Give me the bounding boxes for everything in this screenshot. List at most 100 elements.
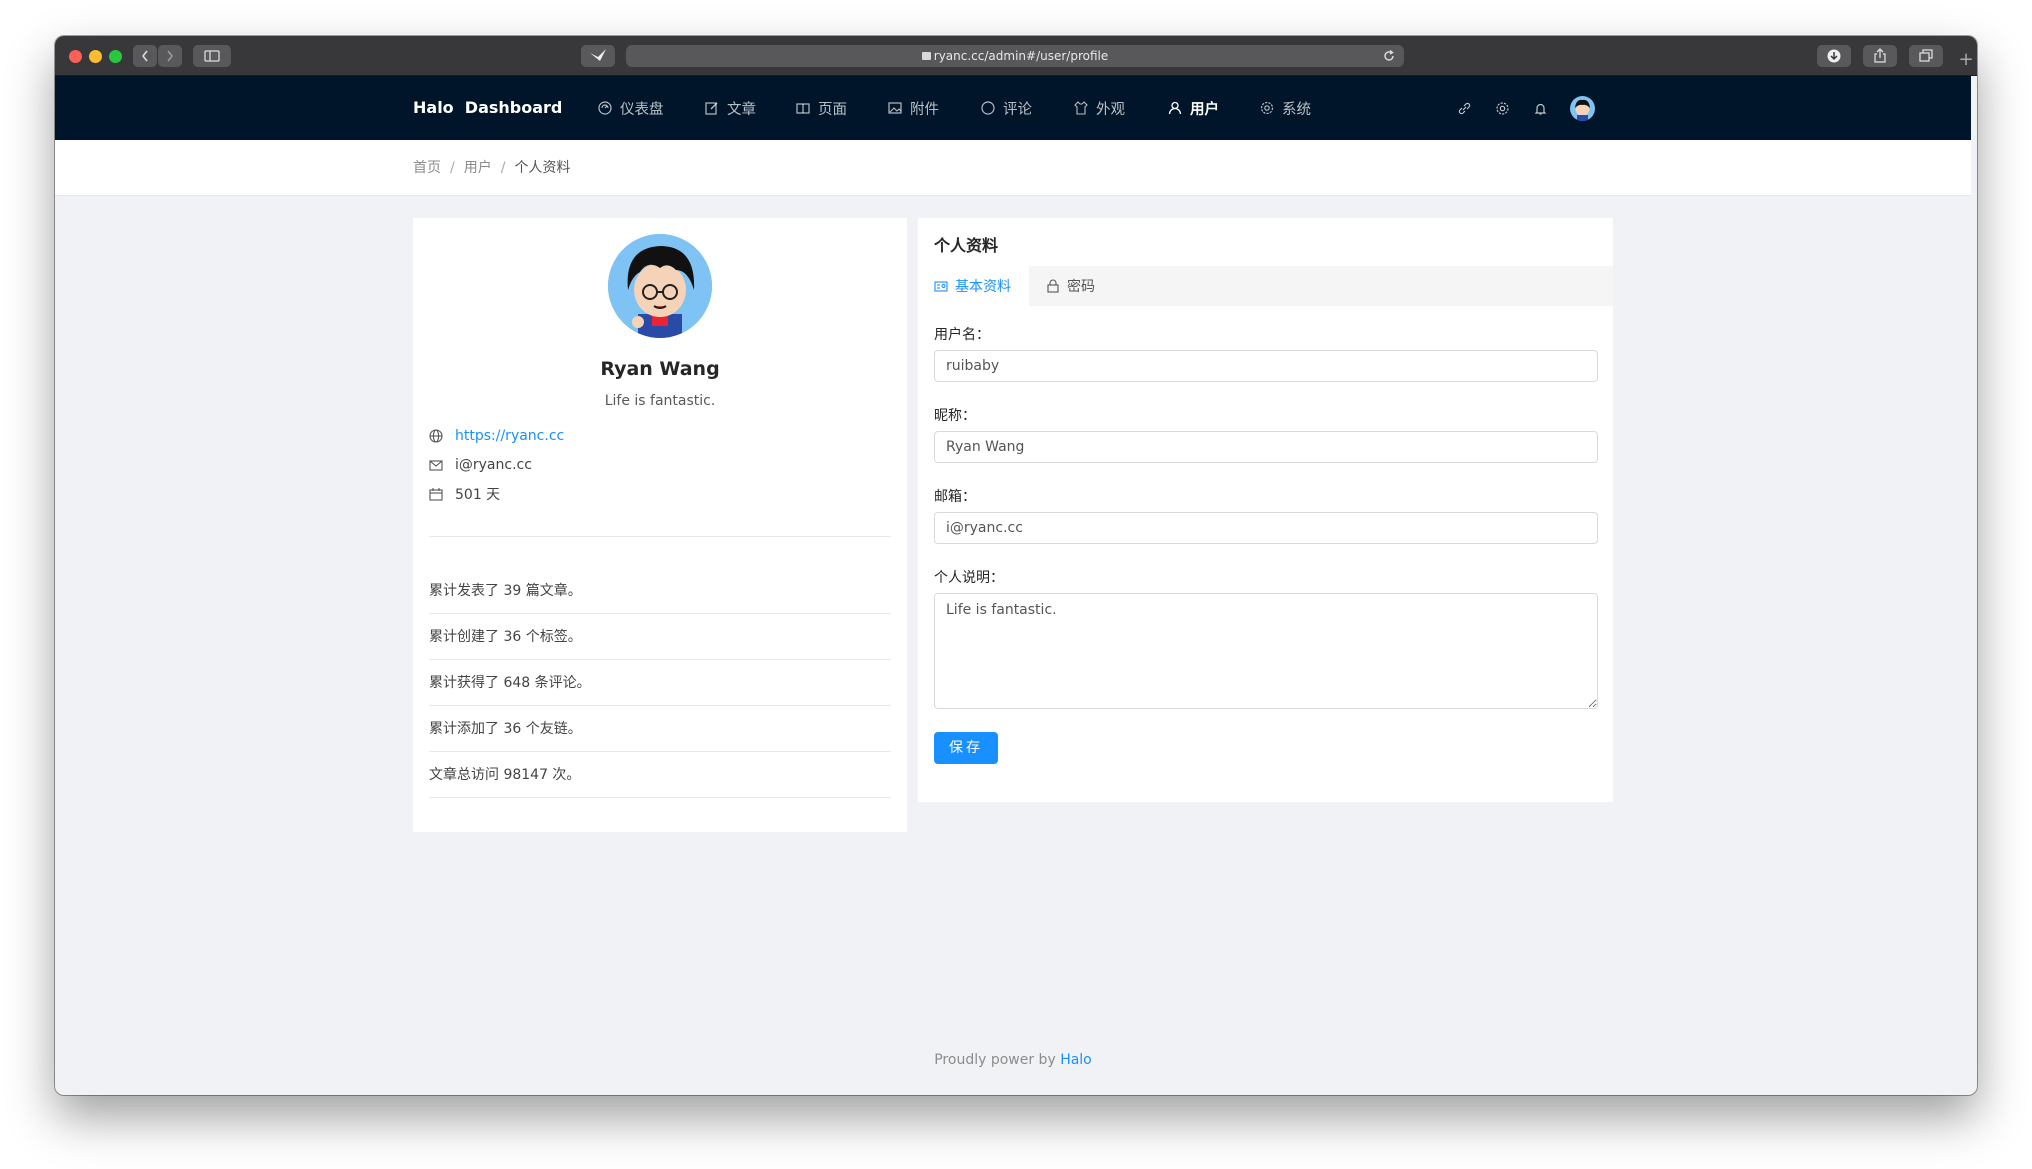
share-icon	[1874, 48, 1886, 63]
address-url: ryanc.cc/admin#/user/profile	[933, 49, 1109, 63]
nav-users[interactable]: 用户	[1168, 76, 1219, 140]
edit-icon	[705, 102, 718, 115]
profile-card: Ryan Wang Life is fantastic. https://rya…	[413, 218, 907, 832]
app-logo[interactable]: Halo Dashboard	[413, 76, 562, 140]
link-icon[interactable]	[1457, 101, 1472, 116]
nav-label: 文章	[727, 101, 756, 118]
email-field[interactable]	[934, 512, 1598, 544]
tabs-icon	[1919, 49, 1933, 62]
profile-avatar	[608, 234, 712, 338]
address-bar[interactable]: ryanc.cc/admin#/user/profile	[626, 45, 1404, 67]
calendar-icon	[429, 488, 443, 501]
stat-posts: 累计发表了 39 篇文章。	[429, 568, 891, 614]
site-favicon-button[interactable]	[581, 45, 615, 67]
breadcrumb-bar: 首页 / 用户 / 个人资料	[55, 140, 1971, 196]
breadcrumb-current: 个人资料	[514, 160, 571, 176]
profile-days: 501 天	[455, 487, 501, 503]
nav-comments[interactable]: 评论	[981, 76, 1032, 140]
back-button[interactable]	[133, 45, 157, 67]
profile-email-row: i@ryanc.cc	[429, 455, 532, 475]
close-window-button[interactable]	[69, 50, 82, 63]
nickname-field[interactable]	[934, 431, 1598, 463]
stat-links: 累计添加了 36 个友链。	[429, 706, 891, 752]
downloads-button[interactable]	[1817, 45, 1851, 67]
browser-toolbar: ryanc.cc/admin#/user/profile +	[55, 36, 1977, 76]
bio-label: 个人说明：	[934, 570, 1004, 586]
tabs-overview-button[interactable]	[1909, 45, 1943, 67]
profile-name: Ryan Wang	[600, 358, 720, 380]
tab-label: 基本资料	[955, 279, 1011, 295]
setting-icon[interactable]	[1495, 101, 1510, 116]
breadcrumb-users[interactable]: 用户	[464, 160, 492, 176]
profile-website-row: https://ryanc.cc	[429, 426, 564, 446]
nav-label: 仪表盘	[620, 101, 664, 118]
sidebar-icon	[204, 50, 220, 62]
divider	[429, 536, 891, 537]
app-header: Halo Dashboard 仪表盘 文章 页面 附件 评论 外观 用户 系统	[55, 76, 1971, 140]
nav-attachments[interactable]: 附件	[888, 76, 939, 140]
message-icon	[981, 101, 995, 115]
stat-tags: 累计创建了 36 个标签。	[429, 614, 891, 660]
nav-label: 附件	[910, 101, 939, 118]
profile-days-row: 501 天	[429, 484, 500, 504]
nav-system[interactable]: 系统	[1260, 76, 1311, 140]
nav-appearance[interactable]: 外观	[1074, 76, 1125, 140]
page-footer: Proudly power by Halo	[55, 1052, 1971, 1068]
bird-icon	[590, 49, 606, 61]
username-field[interactable]	[934, 350, 1598, 382]
bio-textarea[interactable]: Life is fantastic.	[934, 593, 1598, 709]
sidebar-toggle-button[interactable]	[193, 45, 231, 67]
nav-label: 用户	[1190, 101, 1219, 118]
tab-label: 密码	[1067, 279, 1095, 295]
nav-label: 评论	[1003, 101, 1032, 118]
avatar[interactable]	[1570, 96, 1595, 121]
tab-basic-info[interactable]: 基本资料	[918, 266, 1029, 306]
avatar-image	[1575, 99, 1590, 121]
zoom-window-button[interactable]	[109, 50, 122, 63]
skin-icon	[1074, 101, 1088, 115]
profile-form-card: 个人资料 基本资料 密码 用户名： 昵称： 邮箱： 个人说明： Life is …	[918, 218, 1613, 802]
footer-text: Proudly power by	[934, 1052, 1061, 1068]
setting-icon	[1260, 101, 1274, 115]
breadcrumb-home[interactable]: 首页	[413, 160, 441, 176]
profile-description: Life is fantastic.	[604, 393, 716, 409]
footer-halo-link[interactable]: Halo	[1060, 1052, 1092, 1068]
nickname-label: 昵称：	[934, 408, 976, 424]
bell-icon[interactable]	[1533, 101, 1548, 116]
save-button[interactable]: 保存	[934, 732, 998, 764]
chevron-left-icon	[141, 50, 148, 62]
reload-icon[interactable]	[1382, 49, 1396, 63]
card-title: 个人资料	[934, 236, 999, 255]
lock-icon	[921, 52, 931, 60]
lock-icon	[1047, 279, 1059, 293]
minimize-window-button[interactable]	[89, 50, 102, 63]
nav-dashboard[interactable]: 仪表盘	[598, 76, 664, 140]
nav-label: 系统	[1282, 101, 1311, 118]
profile-website-link[interactable]: https://ryanc.cc	[455, 428, 564, 444]
mail-icon	[429, 460, 443, 471]
stat-comments: 累计获得了 648 条评论。	[429, 660, 891, 706]
download-icon	[1827, 49, 1841, 63]
email-label: 邮箱：	[934, 489, 976, 505]
nav-posts[interactable]: 文章	[705, 76, 756, 140]
dashboard-icon	[598, 101, 612, 115]
breadcrumb: 首页 / 用户 / 个人资料	[413, 160, 571, 176]
stat-visits: 文章总访问 98147 次。	[429, 752, 891, 798]
user-icon	[1168, 101, 1182, 115]
profile-email: i@ryanc.cc	[455, 457, 532, 473]
picture-icon	[888, 102, 902, 114]
tab-password[interactable]: 密码	[1046, 266, 1095, 306]
read-icon	[796, 103, 810, 114]
idcard-icon	[934, 281, 948, 292]
browser-window: ryanc.cc/admin#/user/profile + Halo Dash…	[55, 36, 1977, 1095]
username-label: 用户名：	[934, 327, 990, 343]
nav-label: 页面	[818, 101, 847, 118]
nav-pages[interactable]: 页面	[796, 76, 847, 140]
share-button[interactable]	[1863, 45, 1897, 67]
form-tabs: 基本资料 密码	[918, 266, 1613, 306]
forward-button[interactable]	[158, 45, 182, 67]
avatar-image	[608, 234, 712, 338]
global-icon	[429, 429, 443, 443]
new-tab-button[interactable]: +	[1955, 48, 1977, 76]
chevron-right-icon	[167, 50, 174, 62]
